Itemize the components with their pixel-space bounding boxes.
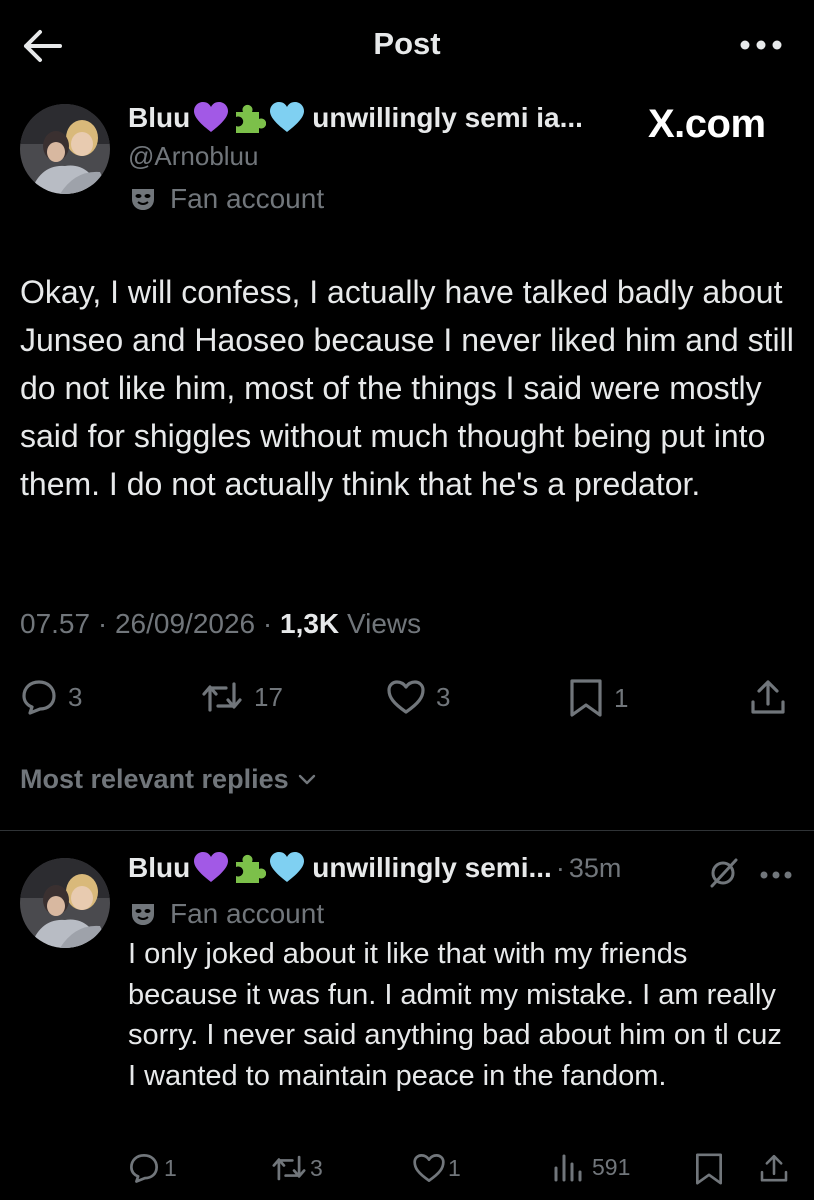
reply-button[interactable]: 3 — [20, 678, 82, 716]
repost-icon — [272, 1155, 306, 1181]
reply-badge-label: Fan account — [170, 898, 325, 929]
reply-text: I only joked about it like that with my … — [128, 938, 782, 1092]
reply-sort-label: Most relevant replies — [20, 764, 289, 794]
post-text: Okay, I will confess, I actually have ta… — [20, 274, 794, 502]
reply-icon — [130, 1154, 158, 1183]
light-blue-heart-icon — [270, 102, 305, 134]
fan-account-badge: Fan account — [130, 183, 324, 215]
post-meta: 07.57 · 26/09/2026 · 1,3K Views — [20, 608, 421, 640]
reply-views-button[interactable]: 591 — [552, 1152, 630, 1182]
reply-author-avatar[interactable] — [20, 858, 110, 948]
bookmark-count: 1 — [614, 682, 629, 713]
reply-like-count: 1 — [448, 1154, 461, 1181]
reply-separator: · — [555, 852, 565, 883]
heart-icon — [387, 680, 425, 714]
divider — [0, 830, 814, 831]
like-count: 3 — [436, 681, 451, 712]
grok-icon[interactable] — [708, 858, 740, 893]
author-name-suffix: unwillingly semi ia... — [312, 102, 583, 133]
puzzle-piece-icon — [232, 102, 267, 134]
purple-heart-icon — [194, 852, 229, 884]
like-button[interactable]: 3 — [386, 678, 450, 716]
views-count: 1,3K — [280, 608, 340, 639]
repost-button[interactable]: 17 — [200, 678, 283, 716]
views-label: Views — [346, 608, 422, 639]
share-button[interactable] — [748, 678, 788, 718]
meta-separator: · — [262, 608, 273, 639]
heart-icon — [413, 1154, 445, 1182]
reply-author-display-name[interactable]: Bluu — [128, 852, 190, 884]
reply-author-name-suffix: unwillingly semi... — [312, 852, 552, 883]
share-icon — [760, 1154, 788, 1182]
reply-like-button[interactable]: 1 — [412, 1152, 461, 1184]
author-name-row: Bluu unwillingly semi ia... — [128, 102, 583, 134]
purple-heart-icon — [194, 102, 229, 134]
repost-icon — [202, 682, 242, 712]
post-date[interactable]: 26/09/2026 — [115, 608, 255, 639]
mask-icon — [132, 904, 154, 925]
share-icon — [751, 680, 785, 714]
xcom-watermark: X.com — [648, 102, 766, 146]
reply-share-button[interactable] — [758, 1152, 790, 1186]
post-page: Post Bluu unwillingly semi ia... X.com @… — [0, 0, 814, 1200]
chevron-down-icon — [298, 774, 315, 784]
light-blue-heart-icon — [270, 852, 305, 884]
badge-label: Fan account — [170, 183, 325, 214]
reply-repost-count: 3 — [310, 1154, 323, 1181]
bookmark-button[interactable]: 1 — [568, 678, 628, 718]
reply-reply-button[interactable]: 1 — [128, 1152, 177, 1184]
reply-icon — [22, 680, 56, 715]
reply-time[interactable]: 35m — [569, 853, 622, 884]
author-display-name[interactable]: Bluu — [128, 102, 190, 134]
author-avatar[interactable] — [20, 104, 110, 194]
repost-count: 17 — [254, 681, 283, 712]
reply-sort-dropdown[interactable]: Most relevant replies — [20, 764, 317, 795]
author-handle[interactable]: @Arnobluu — [128, 141, 258, 172]
meta-separator: · — [97, 608, 108, 639]
bookmark-icon — [696, 1153, 722, 1185]
reply-reply-count: 1 — [164, 1154, 177, 1181]
more-dots-icon[interactable] — [740, 38, 782, 50]
reply-count: 3 — [68, 681, 83, 712]
reply-repost-button[interactable]: 3 — [270, 1152, 323, 1184]
page-title: Post — [373, 26, 441, 61]
post-time[interactable]: 07.57 — [20, 608, 90, 639]
reply-fan-account-badge: Fan account — [130, 898, 324, 930]
analytics-icon — [554, 1154, 582, 1182]
reply-views-count: 591 — [592, 1153, 631, 1180]
mask-icon — [132, 189, 154, 210]
reply-more-dots-icon[interactable] — [760, 867, 792, 885]
puzzle-piece-icon — [232, 852, 267, 884]
bookmark-icon — [570, 679, 602, 717]
reply-author-name-row: Bluu unwillingly semi... · 35m — [128, 852, 621, 884]
top-bar: Post — [0, 0, 814, 92]
reply-bookmark-button[interactable] — [694, 1152, 724, 1186]
